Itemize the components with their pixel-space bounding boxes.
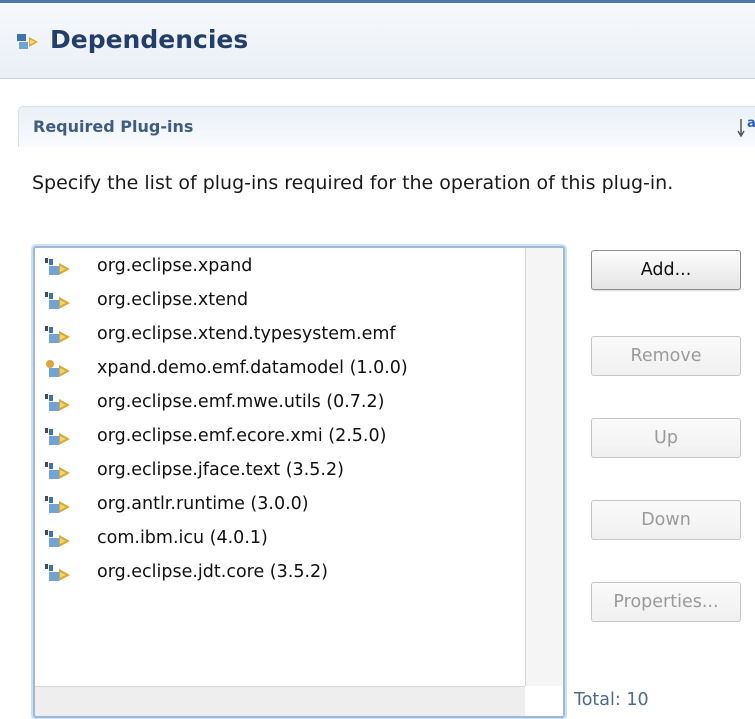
down-button[interactable]: Down — [591, 500, 741, 540]
plugin-icon — [45, 292, 70, 309]
scroll-corner — [525, 686, 561, 716]
plugin-label: org.eclipse.emf.ecore.xmi (2.5.0) — [97, 426, 387, 446]
vertical-scrollbar[interactable] — [525, 248, 562, 686]
page-header: Dependencies — [0, 3, 755, 79]
sort-alphabetical-icon[interactable]: a z — [737, 111, 755, 141]
plugin-dependencies-icon — [17, 34, 38, 49]
section-title: Required Plug-ins — [33, 117, 194, 136]
plugin-icon — [45, 258, 70, 275]
plugin-icon — [45, 462, 70, 479]
total-count: Total: 10 — [574, 690, 649, 710]
plugin-label: com.ibm.icu (4.0.1) — [97, 528, 268, 548]
properties-button[interactable]: Properties... — [591, 582, 741, 622]
up-button[interactable]: Up — [591, 418, 741, 458]
plugin-label: org.eclipse.jface.text (3.5.2) — [97, 460, 344, 480]
section-description: Specify the list of plug-ins required fo… — [32, 172, 674, 194]
remove-button[interactable]: Remove — [591, 336, 741, 376]
plugin-icon — [45, 394, 70, 411]
plugin-icon — [45, 564, 70, 581]
plugin-label: org.eclipse.jdt.core (3.5.2) — [97, 562, 328, 582]
plugin-label: xpand.demo.emf.datamodel (1.0.0) — [97, 358, 408, 378]
plugin-icon — [45, 428, 70, 445]
plugin-icon — [45, 530, 70, 547]
horizontal-scrollbar[interactable] — [35, 686, 525, 716]
plugin-label: org.eclipse.xpand — [97, 256, 253, 276]
plugin-icon — [45, 326, 70, 343]
plugin-label: org.eclipse.emf.mwe.utils (0.7.2) — [97, 392, 385, 412]
plugin-label: org.eclipse.xtend — [97, 290, 249, 310]
add-button[interactable]: Add... — [591, 250, 741, 290]
workspace-plugin-icon — [46, 360, 70, 377]
required-plugins-section: Required Plug-ins a z — [18, 106, 755, 147]
plugin-icon — [45, 496, 70, 513]
plugin-label: org.eclipse.xtend.typesystem.emf — [97, 324, 396, 344]
plugin-label: org.antlr.runtime (3.0.0) — [97, 494, 309, 514]
svg-text:a: a — [747, 116, 755, 131]
plugin-list[interactable]: org.eclipse.xpand org.eclipse.xtend org.ec… — [33, 246, 565, 718]
page-title: Dependencies — [50, 25, 249, 54]
